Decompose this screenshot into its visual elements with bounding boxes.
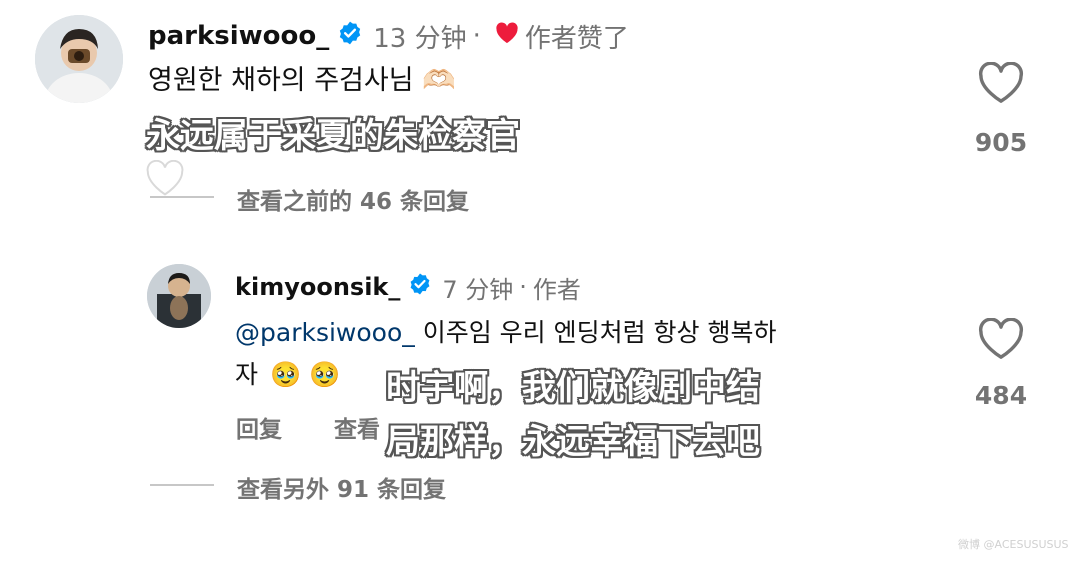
avatar-kimyoonsik[interactable] <box>147 264 211 328</box>
like-count-1: 905 <box>974 128 1028 157</box>
comment-time-1: 13 分钟 <box>373 23 467 54</box>
comment-body: 영원한 채하의 주검사님 <box>148 65 414 96</box>
reply-button[interactable]: 回复 <box>236 410 282 444</box>
mention-link[interactable]: @parksiwooo_ <box>235 318 415 347</box>
username-parksiwooo[interactable]: parksiwooo_ <box>148 21 329 51</box>
white-heart-emoji <box>145 159 185 200</box>
pleading-face-emoji: 🥹 🥹 <box>269 360 341 389</box>
replies-divider-1 <box>150 196 214 198</box>
comment-text-2-line2: 자 🥹 🥹 <box>235 356 340 394</box>
heart-outline-icon[interactable] <box>978 61 1024 108</box>
verified-badge-icon <box>337 20 363 53</box>
hand-heart-emoji: 🫶🏻 <box>422 65 456 96</box>
translation-subtitle-2-line1: 时宇啊，我们就像剧中结 <box>386 368 760 408</box>
translation-subtitle-1: 永远属于采夏的朱检察官 <box>146 116 520 156</box>
view-more-replies-button[interactable]: 查看另外 91 条回复 <box>237 470 446 504</box>
verified-badge-icon <box>408 272 432 302</box>
like-count-2: 484 <box>974 381 1028 410</box>
author-tag: 作者 <box>532 275 581 304</box>
replies-divider-2 <box>150 484 214 486</box>
separator-dot: · <box>472 21 481 51</box>
translation-subtitle-2-line2: 局那样，永远幸福下去吧 <box>386 422 760 462</box>
avatar-parksiwooo[interactable] <box>35 15 123 103</box>
comment-body: 이주임 우리 엔딩처럼 항상 행복하 <box>414 318 777 347</box>
comment-header-2: kimyoonsik_ 7 分钟 · 作者 <box>235 268 581 306</box>
view-previous-replies-button[interactable]: 查看之前的 46 条回复 <box>237 182 469 216</box>
heart-filled-icon <box>495 21 519 51</box>
username-kimyoonsik[interactable]: kimyoonsik_ <box>235 273 400 301</box>
comment-header-1: parksiwooo_ 13 分钟 · 作者赞了 <box>148 16 629 56</box>
comment-text-1: 영원한 채하의 주검사님 🫶🏻 <box>148 62 456 100</box>
watermark: 微博 @ACESUSUSUS <box>958 538 1069 551</box>
separator-dot: · <box>519 273 527 301</box>
comment-text-2-line1: @parksiwooo_ 이주임 우리 엔딩처럼 항상 행복하 <box>235 314 777 352</box>
heart-outline-icon[interactable] <box>978 317 1024 364</box>
author-liked-label: 作者赞了 <box>524 23 629 54</box>
comment-body-continued: 자 <box>235 360 259 389</box>
comment-time-2: 7 分钟 <box>442 275 514 304</box>
see-translation-button[interactable]: 查看 <box>334 410 380 444</box>
